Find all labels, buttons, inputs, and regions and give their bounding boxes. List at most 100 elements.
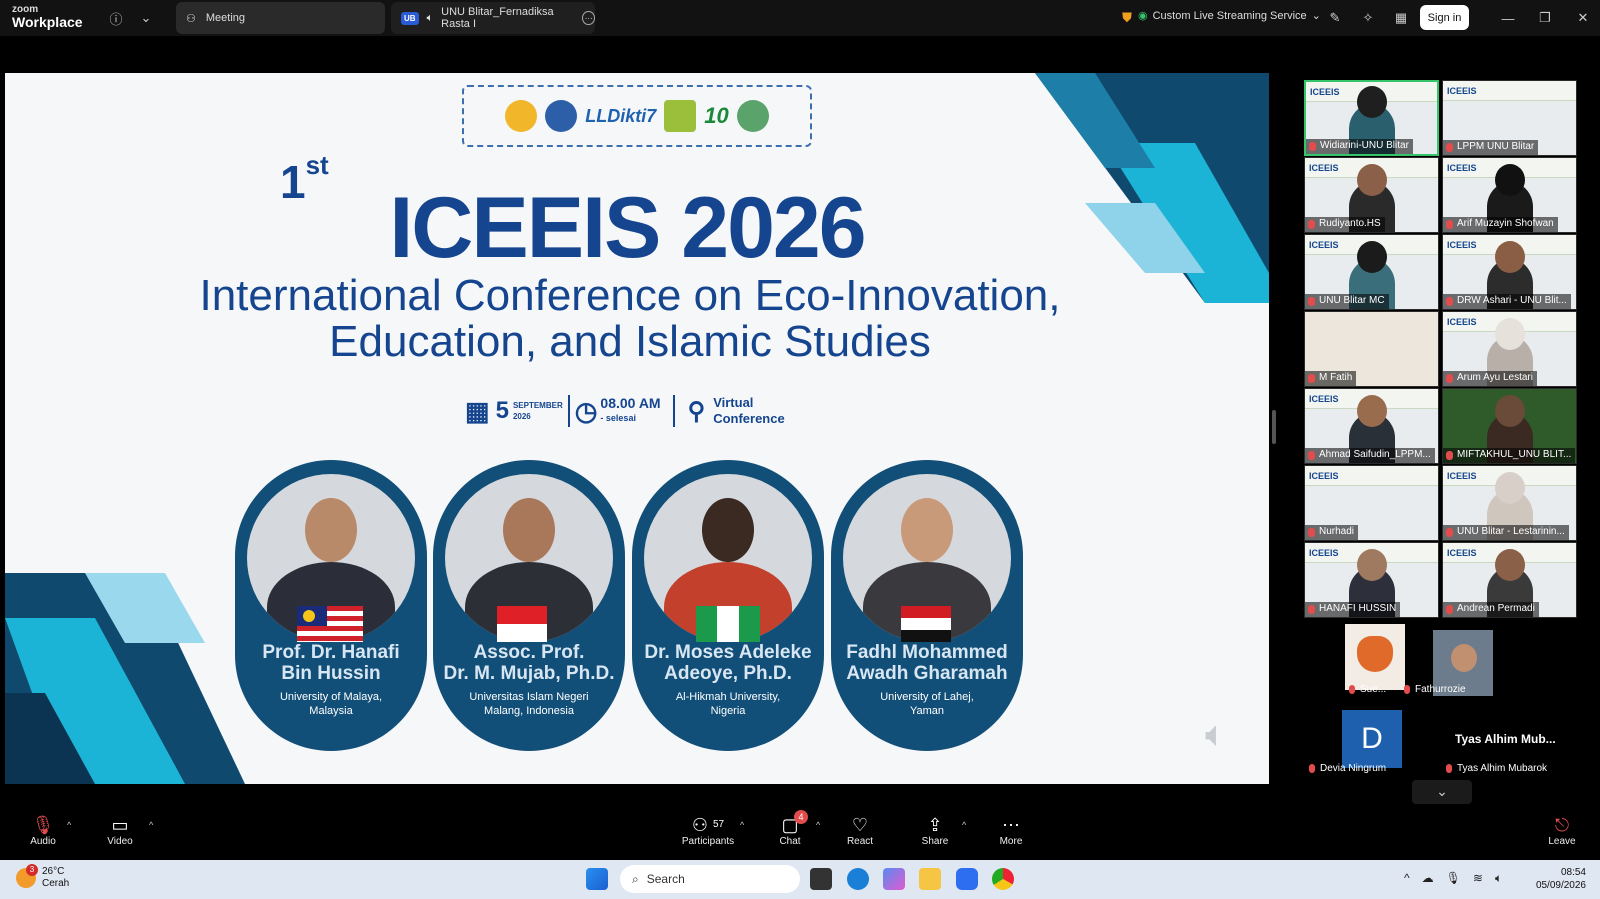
participant-name: DRW Ashari - UNU Blit... xyxy=(1443,294,1571,309)
share-options-caret[interactable]: ^ xyxy=(962,820,966,830)
speaker-card: Fadhl Mohammed Awadh Gharamah University … xyxy=(831,460,1023,751)
clock[interactable]: 08:54 05/09/2026 xyxy=(1520,866,1586,892)
speaker-volume-icon[interactable]: 🔈︎ xyxy=(1205,713,1227,756)
chat-badge: 4 xyxy=(794,810,808,824)
participant-tile[interactable]: ICEEIS Widiarini-UNU Blitar xyxy=(1304,80,1439,156)
audio-label: Audio xyxy=(30,836,56,847)
more-options-icon[interactable]: ··· xyxy=(582,11,595,25)
sign-in-button[interactable]: Sign in xyxy=(1420,5,1469,30)
participant-tile[interactable]: MIFTAKHUL_UNU BLIT... xyxy=(1442,388,1577,464)
participant-name: Ahmad Saifudin_LPPM... xyxy=(1305,448,1435,463)
speaker-name-line-1: Dr. Moses Adeleke xyxy=(644,642,812,663)
participants-button[interactable]: ⚇ 57 Participants xyxy=(668,814,748,847)
participant-name: Arif Muzayin Shofwan xyxy=(1443,217,1558,232)
chat-button[interactable]: ▢ 4 Chat xyxy=(760,810,820,847)
mic-icon[interactable]: 🎙︎ xyxy=(1446,871,1461,886)
participant-tile[interactable]: ICEEIS DRW Ashari - UNU Blit... xyxy=(1442,234,1577,310)
minimize-icon[interactable]: — xyxy=(1499,9,1517,27)
video-button[interactable]: ▭ Video xyxy=(90,814,150,847)
participant-tile[interactable]: ICEEIS HANAFI HUSSIN xyxy=(1304,542,1439,618)
mic-muted-icon xyxy=(1446,763,1452,773)
participant-tile[interactable] xyxy=(1345,624,1405,690)
venue-line-1: Virtual xyxy=(713,395,754,410)
participant-name-text: DRW Ashari - UNU Blit... xyxy=(1457,295,1567,306)
participant-tile[interactable]: ICEEIS Arif Muzayin Shofwan xyxy=(1442,157,1577,233)
audio-button[interactable]: 🎙︎ Audio xyxy=(13,814,73,847)
more-label: More xyxy=(999,836,1023,847)
volume-icon[interactable]: 🔈︎ xyxy=(1495,871,1502,886)
restore-icon[interactable]: ❐ xyxy=(1536,9,1554,27)
participant-tile[interactable]: ICEEIS LPPM UNU Blitar xyxy=(1442,80,1577,156)
mic-muted-icon xyxy=(1446,143,1453,152)
chat-options-caret[interactable]: ^ xyxy=(816,820,820,830)
calendar-icon: ▦ xyxy=(465,395,490,426)
windows-start-icon[interactable] xyxy=(586,868,608,890)
participant-tile[interactable]: M Fatih xyxy=(1304,311,1439,387)
participant-tile[interactable]: ICEEIS Rudiyanto.HS xyxy=(1304,157,1439,233)
leave-label: Leave xyxy=(1548,836,1576,847)
speaker-icon: 🔈︎ xyxy=(426,11,434,24)
clock-date: 05/09/2026 xyxy=(1535,880,1586,891)
tab-meeting[interactable]: ⚇ Meeting xyxy=(176,2,385,34)
system-tray: ^ ☁ 🎙︎ ≋ 🔈︎ xyxy=(1404,871,1502,886)
participant-name-text: Nurhadi xyxy=(1319,526,1355,537)
leave-button[interactable]: ⎋ Leave xyxy=(1532,814,1592,847)
chevron-up-icon[interactable]: ^ xyxy=(1404,871,1410,886)
react-button[interactable]: ♡ React xyxy=(830,814,890,847)
taskbar-search[interactable]: ⌕ Search xyxy=(620,865,800,893)
weather-widget[interactable]: 3 26°C Cerah xyxy=(16,864,69,890)
shield-icon[interactable]: ⛊ xyxy=(1118,9,1136,27)
avatar-initial[interactable]: D xyxy=(1342,710,1402,768)
participant-tile[interactable]: ICEEIS Nurhadi xyxy=(1304,465,1439,541)
affiliation-line-2: Yaman xyxy=(909,705,945,717)
tab-meeting-label: Meeting xyxy=(205,12,246,24)
windows-taskbar: 3 26°C Cerah ⌕ Search ^ ☁ 🎙︎ ≋ 🔈︎ 08:54 0… xyxy=(0,860,1600,899)
affiliation-line-2: Nigeria xyxy=(710,705,746,717)
pen-icon[interactable]: ✎ xyxy=(1326,9,1344,27)
video-options-caret[interactable]: ^ xyxy=(149,820,153,830)
tab-meeting-room[interactable]: UB 🔈︎ UNU Blitar_Fernadiksa Rasta I ··· xyxy=(391,2,595,34)
cloud-off-icon[interactable]: ☁ xyxy=(1422,871,1434,886)
subtitle-line-2: Education, and Islamic Studies xyxy=(329,317,931,366)
participant-tile[interactable]: ICEEIS UNU Blitar - Lestarinin... xyxy=(1442,465,1577,541)
wifi-icon[interactable]: ≋ xyxy=(1473,871,1483,886)
participants-label: Participants xyxy=(681,836,735,847)
task-view-icon[interactable] xyxy=(810,868,832,890)
streaming-indicator[interactable]: ◉ Custom Live Streaming Service ⌄ xyxy=(1138,9,1321,23)
copilot-icon[interactable] xyxy=(883,868,905,890)
participant-tile[interactable]: ICEEIS UNU Blitar MC xyxy=(1304,234,1439,310)
edition-suffix: st xyxy=(305,150,329,180)
speaker-card: Prof. Dr. Hanafi Bin Hussin University of… xyxy=(235,460,427,751)
participant-display-name: Tyas Alhim Mub... xyxy=(1455,732,1556,746)
scroll-down-button[interactable]: ⌄ xyxy=(1412,780,1472,804)
participant-name: Andrean Permadi xyxy=(1443,602,1539,617)
participant-tile[interactable]: ICEEIS Ahmad Saifudin_LPPM... xyxy=(1304,388,1439,464)
panel-resize-handle[interactable] xyxy=(1272,410,1276,444)
info-icon[interactable]: ⓘ xyxy=(107,9,125,27)
participant-tile[interactable]: ICEEIS Andrean Permadi xyxy=(1442,542,1577,618)
tab-badge: UB xyxy=(401,11,419,25)
title-bar: zoom Workplace ⓘ ⌄ ⚇ Meeting UB 🔈︎ UNU B… xyxy=(0,0,1600,36)
more-button[interactable]: ⋯ More xyxy=(981,814,1041,847)
share-button[interactable]: ⇪ Share xyxy=(905,814,965,847)
tab-room-label: UNU Blitar_Fernadiksa Rasta I xyxy=(441,6,554,30)
broadcast-icon: ◉ xyxy=(1138,10,1148,22)
edge-icon[interactable] xyxy=(847,868,869,890)
affiliation-line-1: Al-Hikmah University, xyxy=(675,691,781,703)
layout-icon[interactable]: ▦ xyxy=(1392,9,1410,27)
participants-options-caret[interactable]: ^ xyxy=(740,820,744,830)
participant-tile[interactable]: ICEEIS Arum Ayu Lestari xyxy=(1442,311,1577,387)
speaker-affiliation: University of Malaya, Malaysia xyxy=(235,690,427,718)
chevron-down-icon[interactable]: ⌄ xyxy=(137,9,155,27)
file-explorer-icon[interactable] xyxy=(919,868,941,890)
zoom-app-icon[interactable] xyxy=(956,868,978,890)
chrome-icon[interactable] xyxy=(992,868,1014,890)
close-icon[interactable]: ✕ xyxy=(1574,9,1592,27)
speaker-name-line-2: Awadh Gharamah xyxy=(846,663,1008,684)
audio-options-caret[interactable]: ^ xyxy=(67,820,71,830)
sparkle-icon[interactable]: ✧ xyxy=(1359,9,1377,27)
speaker-name-line-1: Assoc. Prof. xyxy=(473,642,585,663)
zoom-logo: zoom Workplace xyxy=(12,5,83,30)
clock-time: 08:54 xyxy=(1560,867,1586,878)
participant-name: UNU Blitar MC xyxy=(1305,294,1389,309)
